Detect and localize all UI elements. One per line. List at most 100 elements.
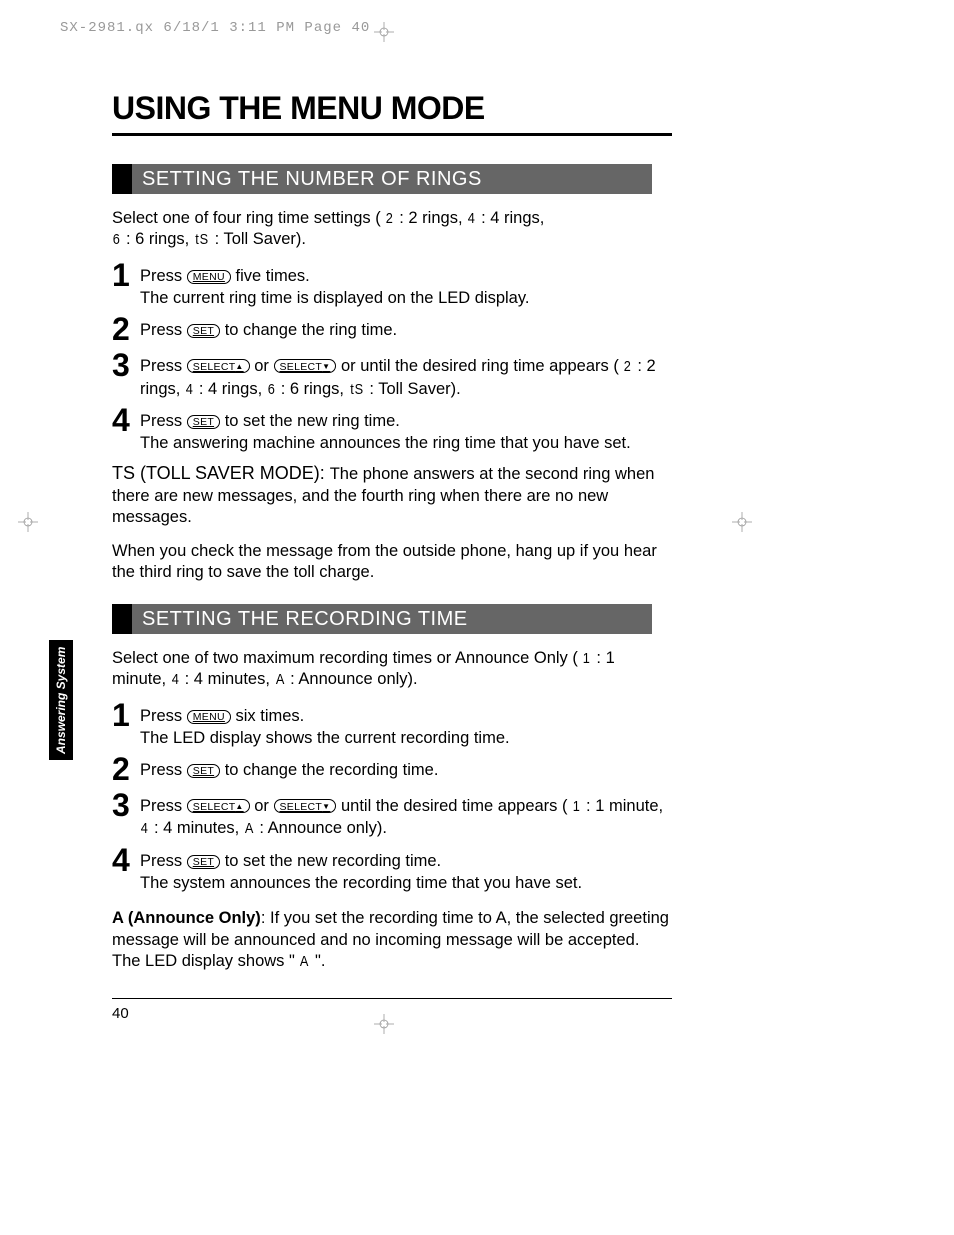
text: to change the ring time. [225,321,397,339]
text: : 4 minutes, [185,670,275,688]
text: six times. [235,707,304,725]
page-title: USING THE MENU MODE [112,90,672,136]
step-body: Press SET to change the ring time. [140,317,672,341]
text: Select one of two maximum recording time… [112,649,578,667]
step-body: Press SET to set the new recording time.… [140,848,672,895]
text: or [254,797,273,815]
step-4: 4 Press SET to set the new ring time. Th… [112,408,672,455]
seg-digit: A [300,952,309,972]
seg-digit: tS [350,380,364,400]
text: The current ring time is displayed on th… [140,289,529,307]
text: : 2 rings, [399,209,467,227]
text: TS (TOLL SAVER MODE): [112,463,330,483]
seg-digit: 4 [141,819,149,839]
text: Press [140,357,187,375]
text: : 4 rings, [481,209,544,227]
seg-digit: 6 [267,380,275,400]
text: or until the desired ring time appears ( [341,357,619,375]
toll-saver-note: TS (TOLL SAVER MODE): The phone answers … [112,462,672,528]
seg-digit: 1 [583,649,591,669]
section-heading-rings: SETTING THE NUMBER OF RINGS [112,164,652,194]
step-3: 3 Press SELECT▲ or SELECT▼ or until the … [112,353,672,400]
step-1: 1 Press MENU six times. The LED display … [112,703,672,750]
step-number: 3 [112,349,140,381]
text: The system announces the recording time … [140,874,582,892]
section-heading-recording: SETTING THE RECORDING TIME [112,604,652,634]
text: : 4 rings, [199,380,267,398]
seg-digit: 4 [186,380,194,400]
page-number: 40 [112,1005,672,1022]
text: Press [140,267,187,285]
step-number: 2 [112,313,140,345]
crop-mark-icon [18,512,38,532]
crop-mark-icon [732,512,752,532]
text: Press [140,852,187,870]
text: to change the recording time. [225,761,439,779]
text: : Toll Saver). [215,230,306,248]
step-2: 2 Press SET to change the recording time… [112,757,672,785]
set-button-icon: SET [187,855,220,869]
text: Press [140,412,187,430]
seg-digit: 4 [468,209,476,229]
seg-digit: 2 [624,357,632,377]
text: : 6 rings, [126,230,194,248]
step-4: 4 Press SET to set the new recording tim… [112,848,672,895]
text: to set the new ring time. [225,412,400,430]
set-button-icon: SET [187,415,220,429]
crop-mark-icon [374,22,394,42]
select-down-button-icon: SELECT▼ [274,799,337,813]
toll-saver-tip: When you check the message from the outs… [112,541,672,584]
select-down-button-icon: SELECT▼ [274,359,337,373]
text: The LED display shows the current record… [140,729,510,747]
seg-digit: 2 [386,209,394,229]
seg-digit: A [245,819,254,839]
seg-digit: 1 [573,797,581,817]
step-number: 3 [112,789,140,821]
step-number: 2 [112,753,140,785]
text: five times. [235,267,309,285]
text: until the desired time appears ( [341,797,568,815]
text: Press [140,321,187,339]
text: ". [310,952,325,970]
text: or [254,357,273,375]
footer-rule [112,998,672,999]
select-up-button-icon: SELECT▲ [187,359,250,373]
step-body: Press SET to change the recording time. [140,757,672,781]
step-3: 3 Press SELECT▲ or SELECT▼ until the des… [112,793,672,840]
text: Select one of four ring time settings ( [112,209,381,227]
set-button-icon: SET [187,764,220,778]
menu-button-icon: MENU [187,270,231,284]
step-body: Press MENU six times. The LED display sh… [140,703,672,750]
step-2: 2 Press SET to change the ring time. [112,317,672,345]
text: : 1 minute, [586,797,663,815]
text: Press [140,761,187,779]
step-number: 1 [112,259,140,291]
seg-digit: tS [195,230,209,250]
step-1: 1 Press MENU five times. The current rin… [112,263,672,310]
text: Press [140,797,187,815]
menu-button-icon: MENU [187,710,231,724]
text: : 6 rings, [281,380,349,398]
select-up-button-icon: SELECT▲ [187,799,250,813]
text: : Announce only). [290,670,418,688]
step-number: 1 [112,699,140,731]
sidebar-tab: Answering System [49,640,73,760]
step-number: 4 [112,844,140,876]
seg-digit: A [275,670,284,690]
text: : Toll Saver). [369,380,460,398]
page-content: USING THE MENU MODE SETTING THE NUMBER O… [112,90,672,1022]
text: The answering machine announces the ring… [140,434,631,452]
text: : 4 minutes, [154,819,244,837]
text: Press [140,707,187,725]
step-number: 4 [112,404,140,436]
step-body: Press SELECT▲ or SELECT▼ until the desir… [140,793,672,840]
announce-only-note: A (Announce Only): If you set the record… [112,908,672,972]
seg-digit: 6 [113,230,121,250]
seg-digit: 4 [171,670,179,690]
print-header: SX-2981.qx 6/18/1 3:11 PM Page 40 [60,20,370,36]
step-body: Press MENU five times. The current ring … [140,263,672,310]
text: : Announce only). [259,819,387,837]
step-body: Press SET to set the new ring time. The … [140,408,672,455]
set-button-icon: SET [187,324,220,338]
step-body: Press SELECT▲ or SELECT▼ or until the de… [140,353,672,400]
